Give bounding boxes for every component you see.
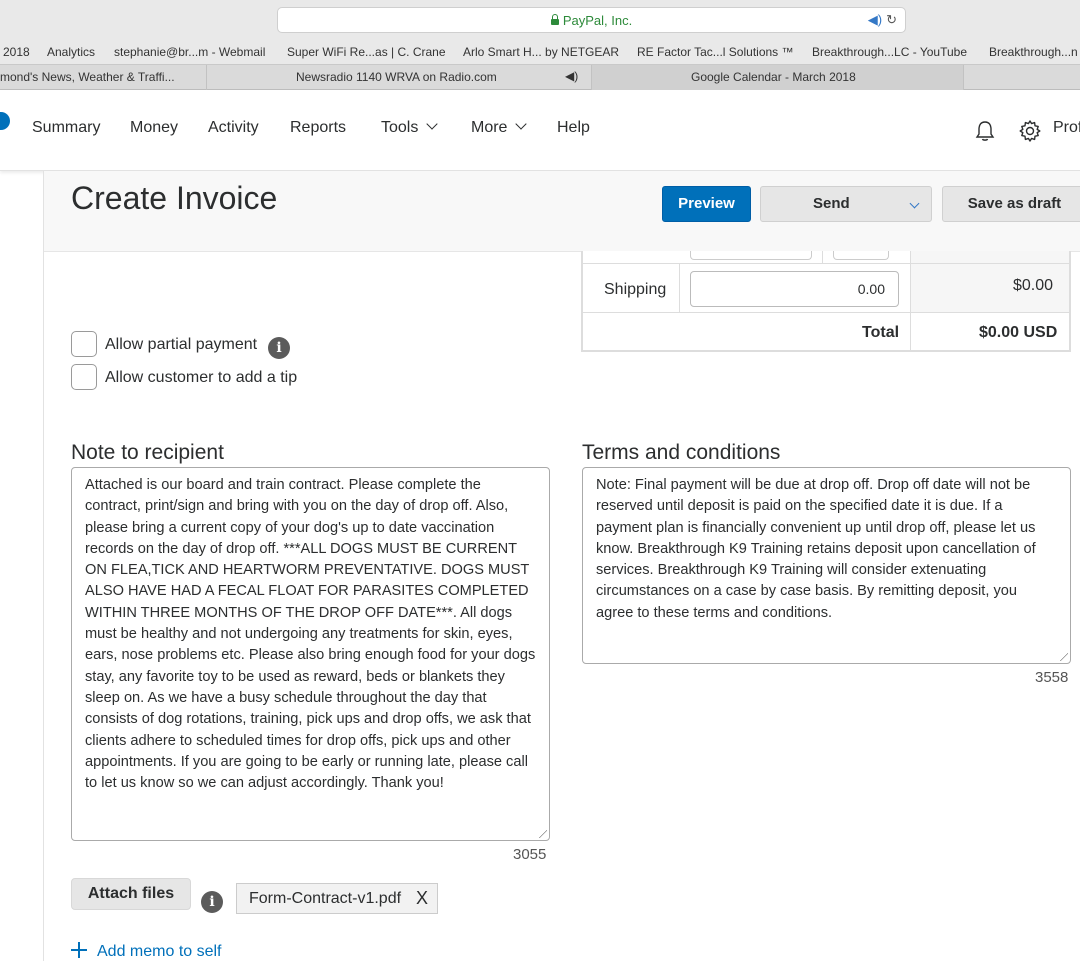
attached-file-chip: Form-Contract-v1.pdf X — [236, 883, 438, 914]
bookmark-item[interactable]: Breakthrough...LC - YouTube — [812, 45, 967, 59]
speaker-icon[interactable]: ◀) — [565, 69, 578, 83]
browser-chrome: PayPal, Inc. ◀) ↻ 2018 Analytics stephani… — [0, 0, 1080, 90]
nav-reports[interactable]: Reports — [290, 119, 346, 137]
tab-news[interactable]: mond's News, Weather & Traffi... — [0, 65, 207, 90]
bookmark-item[interactable]: Breakthrough...n — [989, 45, 1078, 59]
bookmark-item[interactable]: stephanie@br...m - Webmail — [114, 45, 265, 59]
partial-payment-label: Allow partial payment — [105, 336, 258, 353]
plus-icon — [71, 942, 87, 958]
sidebar-divider — [43, 171, 44, 961]
attach-files-button[interactable]: Attach files — [71, 878, 191, 910]
resize-handle[interactable] — [1060, 653, 1068, 661]
terms-counter: 3558 — [1035, 669, 1069, 686]
address-text: PayPal, Inc. — [562, 13, 633, 28]
nav-help[interactable]: Help — [557, 119, 590, 137]
item-input[interactable] — [833, 251, 889, 260]
bookmark-item[interactable]: Arlo Smart H... by NETGEAR — [463, 45, 619, 59]
shipping-label: Shipping — [604, 281, 667, 298]
nav-tools[interactable]: Tools — [381, 118, 439, 137]
bookmark-item[interactable]: Analytics — [47, 45, 95, 59]
chevron-down-icon[interactable] — [909, 198, 920, 209]
note-label: Note to recipient — [71, 441, 224, 464]
resize-handle[interactable] — [539, 830, 547, 838]
add-memo-link[interactable]: Add memo to self — [71, 940, 222, 961]
top-nav: Summary Money Activity Reports Tools Mor… — [0, 90, 1080, 171]
tab-calendar[interactable]: Google Calendar - March 2018 — [592, 65, 964, 90]
lock-icon — [550, 14, 559, 25]
bookmark-item[interactable]: RE Factor Tac...l Solutions ™ — [637, 45, 794, 59]
preview-button[interactable]: Preview — [662, 186, 751, 222]
bell-icon[interactable] — [975, 120, 995, 142]
attached-file-name: Form-Contract-v1.pdf — [249, 890, 402, 907]
partial-payment-checkbox[interactable] — [71, 331, 97, 357]
info-icon[interactable]: i — [201, 891, 223, 913]
shipping-input[interactable]: 0.00 — [690, 271, 899, 307]
item-input[interactable] — [690, 251, 812, 260]
tab-strip: mond's News, Weather & Traffi... Newsrad… — [0, 64, 1080, 90]
speaker-icon[interactable]: ◀) — [868, 12, 882, 27]
note-counter: 3055 — [513, 846, 547, 863]
total-label: Total — [862, 324, 900, 341]
send-button[interactable]: Send — [760, 186, 932, 222]
bookmark-item[interactable]: Super WiFi Re...as | C. Crane — [287, 45, 446, 59]
bookmarks-bar: 2018 Analytics stephanie@br...m - Webmai… — [0, 40, 1080, 64]
address-bar[interactable]: PayPal, Inc. ◀) ↻ — [277, 7, 906, 33]
gear-icon[interactable] — [1018, 119, 1042, 143]
chevron-down-icon — [426, 118, 439, 130]
remove-file-button[interactable]: X — [416, 884, 428, 913]
terms-text: Note: Final payment will be due at drop … — [596, 477, 1036, 621]
total-amount: $0.00 USD — [979, 324, 1058, 341]
paypal-logo[interactable] — [0, 112, 10, 130]
bookmark-item[interactable]: 2018 — [3, 45, 30, 59]
reload-icon[interactable]: ↻ — [886, 12, 897, 27]
nav-summary[interactable]: Summary — [32, 119, 100, 137]
nav-more[interactable]: More — [471, 118, 528, 137]
tab-radio[interactable]: Newsradio 1140 WRVA on Radio.com ◀) — [207, 65, 592, 90]
tip-checkbox[interactable] — [71, 364, 97, 390]
chevron-down-icon — [515, 118, 528, 130]
nav-money[interactable]: Money — [130, 119, 178, 137]
nav-profile[interactable]: Prof — [1053, 119, 1080, 137]
info-icon[interactable]: i — [268, 337, 290, 359]
nav-activity[interactable]: Activity — [208, 119, 259, 137]
note-text: Attached is our board and train contract… — [85, 477, 536, 792]
save-draft-button[interactable]: Save as draft — [942, 186, 1080, 222]
tip-label: Allow customer to add a tip — [105, 369, 298, 386]
shipping-amount: $0.00 — [1013, 277, 1054, 294]
terms-label: Terms and conditions — [582, 441, 781, 464]
page-title: Create Invoice — [71, 180, 278, 216]
terms-textarea[interactable]: Note: Final payment will be due at drop … — [582, 467, 1071, 664]
note-textarea[interactable]: Attached is our board and train contract… — [71, 467, 550, 841]
